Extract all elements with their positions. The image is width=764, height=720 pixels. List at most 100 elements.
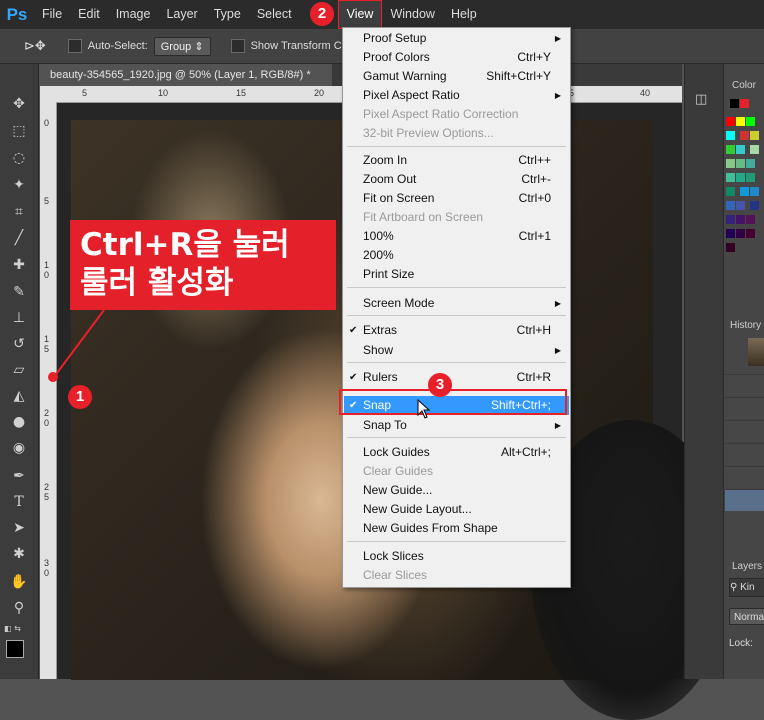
menu-item-32bit-preview: 32-bit Preview Options... (363, 126, 494, 140)
callout-line-2: 룰러 활성화 (80, 265, 234, 301)
swatch[interactable] (740, 99, 749, 108)
menu-item-rulers[interactable]: ✔ Rulers Ctrl+R (344, 368, 569, 387)
dodge-tool-icon[interactable]: ◉ (9, 438, 29, 458)
menu-type[interactable]: Type (206, 0, 249, 29)
auto-select-checkbox[interactable] (67, 39, 82, 53)
menu-separator (347, 146, 566, 147)
menu-item-show[interactable]: Show ▶ (344, 341, 569, 360)
auto-select-label: Auto-Select: (87, 40, 148, 52)
menu-item-zoom-out[interactable]: Zoom Out Ctrl+- (344, 170, 569, 189)
menu-window[interactable]: Window (382, 0, 442, 29)
swatch[interactable] (730, 99, 739, 108)
menu-item-200-percent[interactable]: 200% (344, 246, 569, 265)
history-state[interactable] (725, 466, 764, 488)
tool-presets-icon[interactable]: ◫ (695, 92, 713, 110)
blend-mode-select[interactable]: Norma (729, 608, 764, 625)
menu-view[interactable]: View (337, 0, 383, 29)
paint-bucket-icon[interactable]: ◭ (9, 386, 29, 406)
document-tab[interactable]: beauty-354565_1920.jpg @ 50% (Layer 1, R… (40, 64, 332, 86)
menu-item-zoom-in[interactable]: Zoom In Ctrl++ (344, 151, 569, 170)
menu-item-snap-to[interactable]: Snap To ▶ (344, 416, 569, 435)
eyedropper-icon[interactable]: ╱ (9, 228, 29, 248)
menu-item-new-guide[interactable]: New Guide... (344, 481, 569, 500)
move-tool-icon[interactable]: ⊳✥ (24, 38, 46, 54)
lock-label: Lock: (729, 638, 753, 649)
swatches-grid (730, 98, 750, 112)
panel-icon-strip: ◫ (684, 64, 723, 679)
eraser-icon[interactable]: ▱ (9, 360, 29, 380)
move-tool-icon[interactable]: ✥ (9, 94, 29, 114)
brush-tool-icon[interactable]: ✎ (9, 282, 29, 302)
default-colors-icon[interactable]: ◧ ⇆ (4, 624, 21, 633)
menu-item-new-guide-layout[interactable]: New Guide Layout... (344, 500, 569, 519)
ruler-tick-label: 1 5 (44, 334, 50, 354)
history-state-selected[interactable] (725, 489, 764, 511)
menu-separator (347, 315, 566, 316)
menu-file[interactable]: File (34, 0, 70, 29)
ruler-tick-label: 20 (314, 88, 325, 98)
menu-item-100-percent[interactable]: 100% Ctrl+1 (344, 227, 569, 246)
menu-item-fit-on-screen[interactable]: Fit on Screen Ctrl+0 (344, 189, 569, 208)
hand-tool-icon[interactable]: ✋ (9, 572, 29, 592)
history-state[interactable] (725, 374, 764, 396)
group-select-value: Group (160, 40, 192, 53)
menu-separator (347, 437, 566, 438)
history-state[interactable] (725, 397, 764, 419)
menu-layer[interactable]: Layer (158, 0, 205, 29)
menu-item-new-guides-from-shape[interactable]: New Guides From Shape (344, 519, 569, 538)
magic-wand-icon[interactable]: ✦ (9, 175, 29, 195)
menu-item-lock-slices[interactable]: Lock Slices (344, 547, 569, 566)
menu-item-pixel-aspect-ratio[interactable]: Pixel Aspect Ratio ▶ (344, 86, 569, 105)
menu-item-proof-setup[interactable]: Proof Setup ▶ (344, 29, 569, 48)
menu-image[interactable]: Image (108, 0, 159, 29)
crop-tool-icon[interactable]: ⌗ (9, 202, 29, 222)
group-select[interactable]: Group ⇕ (153, 36, 211, 56)
color-panel-title[interactable]: Color (732, 80, 756, 91)
menu-edit[interactable]: Edit (70, 0, 108, 29)
menu-help[interactable]: Help (443, 0, 485, 29)
layers-panel-title[interactable]: Layers (732, 561, 762, 572)
ruler-tick-label: 2 0 (44, 408, 50, 428)
menu-item-gamut-warning[interactable]: Gamut Warning Shift+Ctrl+Y (344, 67, 569, 86)
pen-tool-icon[interactable]: ✒ (9, 466, 29, 486)
ruler-tick-label: 40 (640, 88, 651, 98)
ruler-tick-label: 2 5 (44, 482, 50, 502)
ruler-tick-label: 5 (44, 196, 50, 206)
history-brush-icon[interactable]: ↺ (9, 334, 29, 354)
menu-item-clear-slices: Clear Slices (363, 568, 428, 582)
swatches-grid (726, 116, 764, 256)
zoom-tool-icon[interactable]: ⚲ (9, 598, 29, 618)
history-state[interactable] (725, 443, 764, 465)
ruler-tick-label: 0 (44, 118, 50, 128)
vertical-ruler[interactable]: 0 5 1 0 1 5 2 0 2 5 3 0 (40, 102, 57, 679)
type-tool-icon[interactable]: T (9, 492, 29, 512)
history-snapshot-thumbnail[interactable] (748, 338, 764, 366)
layer-filter-kind[interactable]: ⚲ Kin (729, 578, 764, 597)
menu-item-pixel-aspect-correction: Pixel Aspect Ratio Correction (363, 107, 519, 121)
submenu-arrow-icon: ▶ (554, 34, 561, 43)
history-state[interactable] (725, 420, 764, 442)
menu-item-screen-mode[interactable]: Screen Mode ▶ (344, 294, 569, 313)
photoshop-logo: Ps (6, 4, 28, 24)
menu-bar: Ps File Edit Image Layer Type Select Vie… (0, 0, 764, 29)
mouse-cursor-icon (417, 399, 431, 419)
menu-item-print-size[interactable]: Print Size (344, 265, 569, 284)
menu-select[interactable]: Select (249, 0, 300, 29)
step-badge-1: 1 (68, 385, 92, 409)
foreground-color-swatch[interactable] (6, 640, 24, 658)
marquee-tool-icon[interactable]: ⬚ (9, 121, 29, 141)
healing-brush-icon[interactable]: ✚ (9, 255, 29, 275)
menu-item-lock-guides[interactable]: Lock Guides Alt+Ctrl+; (344, 443, 569, 462)
history-panel-title[interactable]: History (730, 320, 761, 331)
ruler-pointer-dot (48, 372, 58, 382)
stamp-tool-icon[interactable]: ⊥ (9, 308, 29, 328)
path-select-icon[interactable]: ➤ (9, 518, 29, 538)
show-transform-checkbox[interactable] (230, 39, 245, 53)
blur-tool-icon[interactable]: ● (9, 412, 29, 432)
lasso-tool-icon[interactable]: ◌ (9, 148, 29, 168)
shape-tool-icon[interactable]: ✱ (9, 544, 29, 564)
submenu-arrow-icon: ▶ (554, 91, 561, 100)
menu-item-extras[interactable]: ✔ Extras Ctrl+H (344, 321, 569, 340)
ruler-tick-label: 15 (236, 88, 247, 98)
menu-item-proof-colors[interactable]: Proof Colors Ctrl+Y (344, 48, 569, 67)
